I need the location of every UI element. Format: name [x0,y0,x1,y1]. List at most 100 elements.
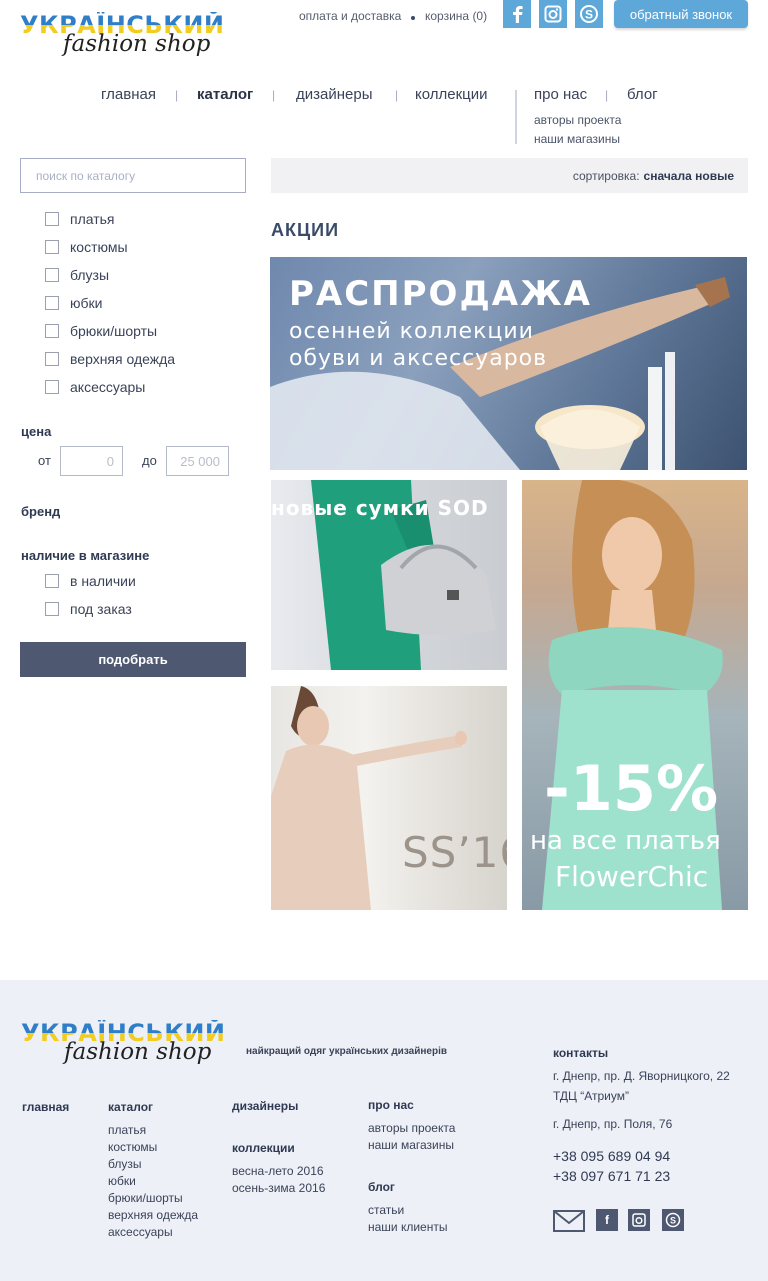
footer-blog-item[interactable]: наши клиенты [368,1219,447,1236]
footer-collections-list: весна-лето 2016 осень-зима 2016 [232,1163,325,1197]
category-item[interactable]: аксессуары [45,377,175,397]
sort-bar[interactable]: сортировка: сначала новые [271,158,748,193]
category-item[interactable]: костюмы [45,237,175,257]
banner-discount-line2: FlowerChic [555,860,709,893]
banner-ss16-title: SS’16 [402,828,507,877]
nav-designers[interactable]: дизайнеры [296,86,372,103]
nav-separator: | [605,88,609,102]
facebook-icon[interactable]: f [596,1209,618,1231]
instagram-icon[interactable] [539,0,567,28]
price-to-label: до [142,453,157,468]
callback-button[interactable]: обратный звонок [614,0,748,28]
checkbox[interactable] [45,268,59,282]
checkbox[interactable] [45,602,59,616]
footer-tagline: найкращий одяг українських дизайнерів [246,1046,448,1057]
category-item[interactable]: платья [45,209,175,229]
banner-discount-percent: -15% [544,752,719,825]
footer-about-item[interactable]: наши магазины [368,1137,455,1154]
cart-link[interactable]: корзина (0) [425,9,487,23]
footer-blog-item[interactable]: статьи [368,1202,447,1219]
nav-blog[interactable]: блог [627,86,658,103]
banner-bags-title: новые сумки SOD [271,496,489,520]
checkbox[interactable] [45,240,59,254]
footer-logo[interactable]: УКРАЇНСЬКИЙ fashion shop [21,1020,225,1068]
nav-separator: | [395,88,399,102]
banner-sale-title: РАСПРОДАЖА [289,274,592,314]
delivery-link[interactable]: оплата и доставка [299,9,401,23]
footer-phone1[interactable]: +38 095 689 04 94 [553,1148,670,1164]
nav-separator: | [272,88,276,102]
logo-line2: fashion shop [63,31,211,57]
nav-catalog[interactable]: каталог [197,86,253,103]
footer-contacts-heading: контакты [553,1046,609,1060]
footer-address1b: ТДЦ “Атриум” [553,1089,629,1103]
checkbox[interactable] [45,212,59,226]
checkbox[interactable] [45,296,59,310]
category-label: брюки/шорты [70,323,158,339]
checkbox[interactable] [45,574,59,588]
availability-label: под заказ [70,601,132,617]
footer-collection-item[interactable]: осень-зима 2016 [232,1180,325,1197]
nav-about[interactable]: про нас [534,86,587,103]
footer-collections[interactable]: коллекции [232,1141,295,1155]
category-label: блузы [70,267,110,283]
category-item[interactable]: юбки [45,293,175,313]
footer-collection-item[interactable]: весна-лето 2016 [232,1163,325,1180]
brand-heading[interactable]: бренд [21,504,60,519]
mail-icon[interactable] [553,1210,585,1232]
price-from-input[interactable]: 0 [60,446,123,476]
footer-logo-line2: fashion shop [64,1039,212,1065]
banner-ss16[interactable]: SS’16 [271,686,507,910]
footer-blog-list: статьи наши клиенты [368,1202,447,1236]
instagram-icon[interactable] [628,1209,650,1231]
availability-item[interactable]: под заказ [45,599,136,619]
footer-designers[interactable]: дизайнеры [232,1099,298,1113]
checkbox[interactable] [45,324,59,338]
category-label: костюмы [70,239,128,255]
category-filter: платья костюмы блузы юбки брюки/шорты ве… [45,209,175,397]
checkbox[interactable] [45,352,59,366]
banner-discount[interactable]: -15% на все платья FlowerChic [522,480,748,910]
skype-icon[interactable]: S [662,1209,684,1231]
footer-home[interactable]: главная [22,1100,69,1114]
footer-about-item[interactable]: авторы проекта [368,1120,455,1137]
category-label: аксессуары [70,379,146,395]
search-input[interactable]: поиск по каталогу [20,158,246,193]
footer-catalog-item[interactable]: юбки [108,1173,198,1190]
footer-catalog-item[interactable]: костюмы [108,1139,198,1156]
footer-blog[interactable]: блог [368,1180,395,1194]
footer-address1: г. Днепр, пр. Д. Яворницкого, 22 [553,1069,730,1083]
footer-catalog[interactable]: каталог [108,1100,153,1114]
separator-dot [411,16,415,20]
nav-home[interactable]: главная [101,86,156,103]
availability-heading: наличие в магазине [21,548,150,563]
footer-phone2[interactable]: +38 097 671 71 23 [553,1168,670,1184]
category-item[interactable]: брюки/шорты [45,321,175,341]
footer-about[interactable]: про нас [368,1098,414,1112]
banner-bags[interactable]: новые сумки SOD [271,480,507,670]
category-item[interactable]: блузы [45,265,175,285]
skype-icon[interactable]: S [575,0,603,28]
footer-catalog-item[interactable]: блузы [108,1156,198,1173]
category-label: верхняя одежда [70,351,176,367]
nav-sub-authors[interactable]: авторы проекта [534,113,621,127]
nav-collections[interactable]: коллекции [415,86,488,103]
filter-submit-button[interactable]: подобрать [20,642,246,677]
banner-discount-line1: на все платья [530,826,721,856]
checkbox[interactable] [45,380,59,394]
svg-text:S: S [670,1216,676,1226]
sort-label: сортировка: [572,168,640,183]
sort-value[interactable]: сначала новые [644,169,734,183]
footer-catalog-item[interactable]: брюки/шорты [108,1190,198,1207]
footer-catalog-item[interactable]: платья [108,1122,198,1139]
facebook-icon[interactable] [503,0,531,28]
availability-item[interactable]: в наличии [45,571,136,591]
footer-catalog-item[interactable]: аксессуары [108,1224,198,1241]
logo[interactable]: УКРАЇНСЬКИЙ fashion shop [20,12,224,60]
price-to-input[interactable]: 25 000 [166,446,229,476]
footer: УКРАЇНСЬКИЙ fashion shop найкращий одяг … [0,980,768,1281]
category-item[interactable]: верхняя одежда [45,349,175,369]
nav-sub-stores[interactable]: наши магазины [534,132,620,146]
banner-sale[interactable]: РАСПРОДАЖА осенней коллекции обуви и акс… [270,257,747,470]
footer-catalog-item[interactable]: верхняя одежда [108,1207,198,1224]
